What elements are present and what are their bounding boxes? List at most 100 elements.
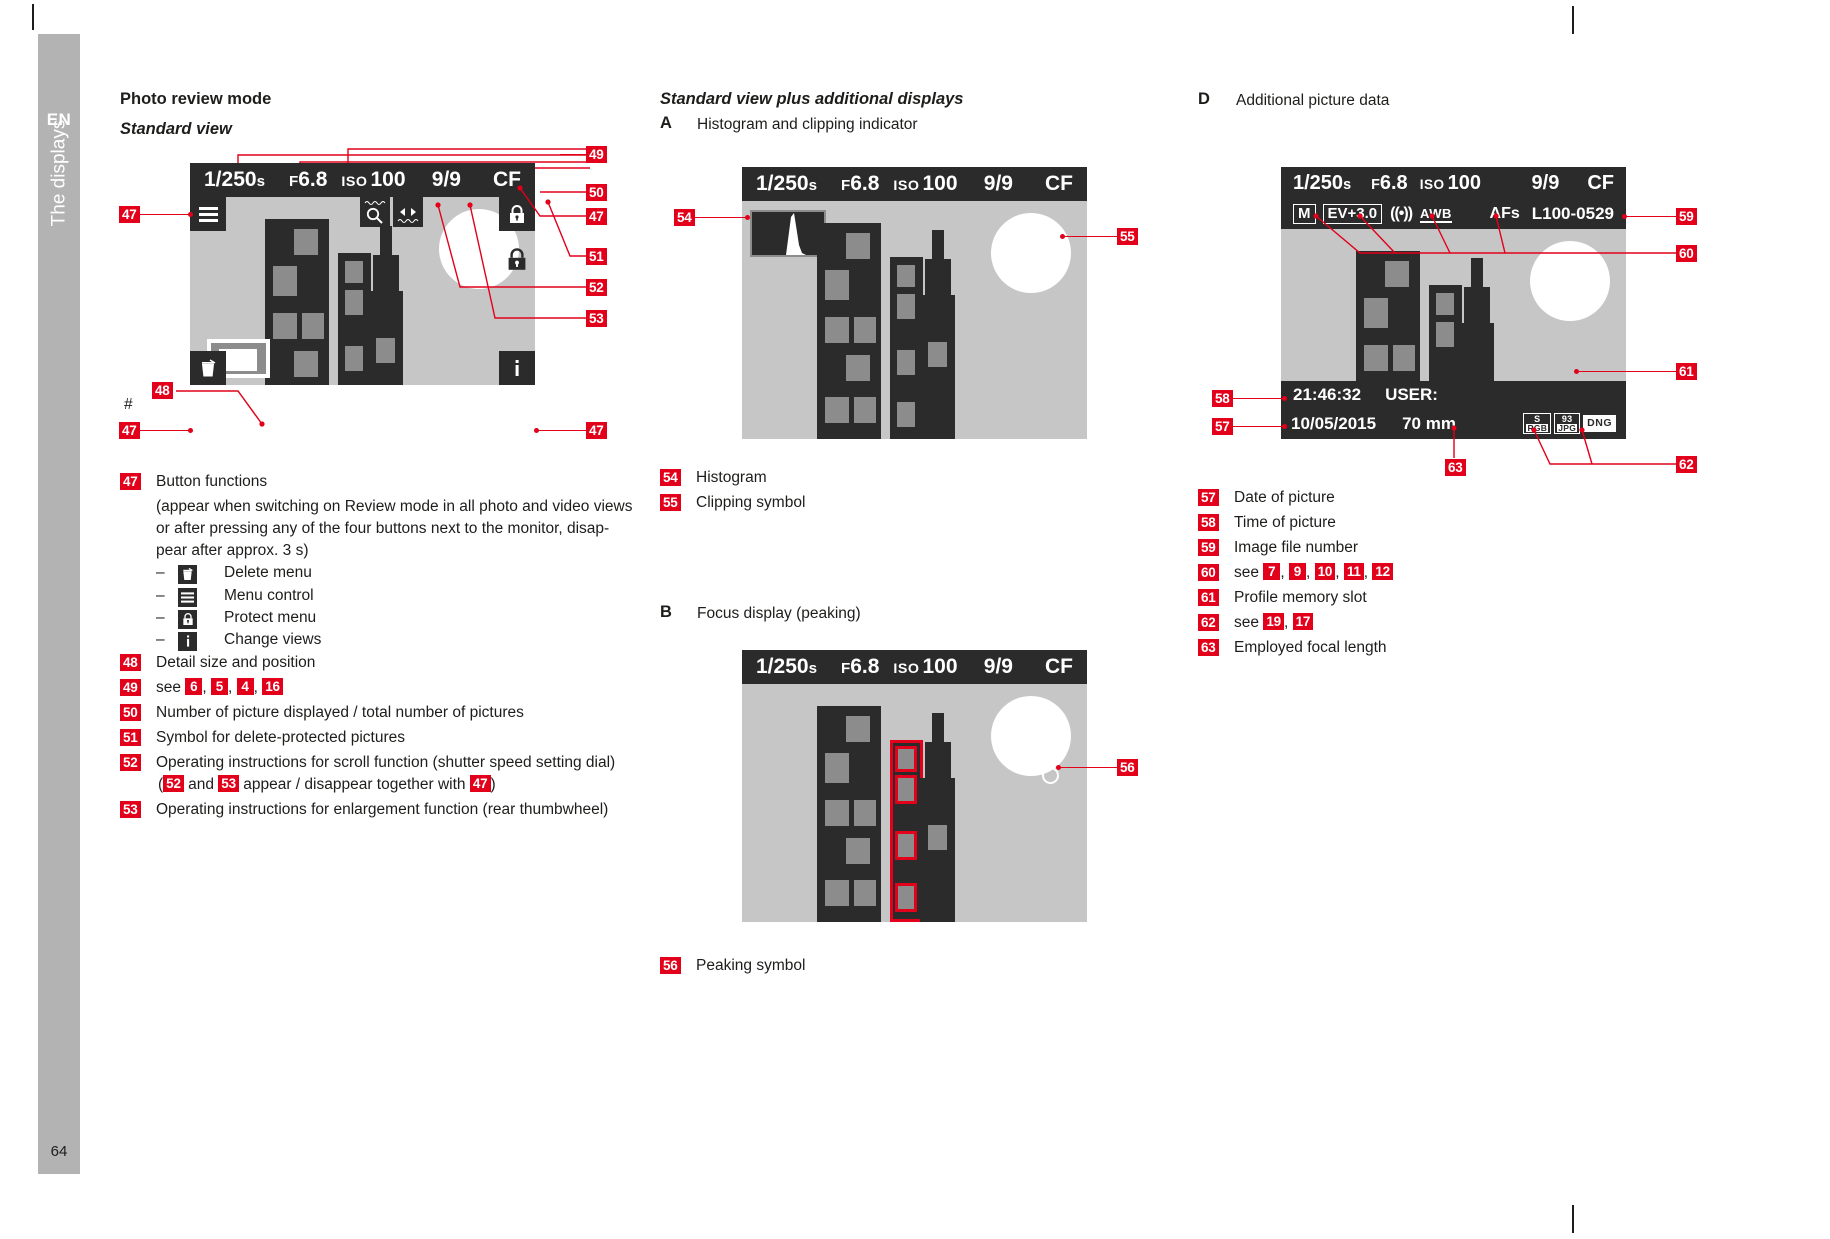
peaking-symbol-window [895, 831, 917, 860]
legend-row-57: 57 Date of picture [1198, 487, 1618, 509]
date-of-picture: 10/05/2015 [1291, 413, 1377, 433]
window [273, 313, 297, 339]
legend-62-prefix: see [1234, 614, 1259, 631]
col3-legend: 57 Date of picture 58 Time of picture 59… [1198, 487, 1618, 662]
shutter-speed-value: 1/250 s [756, 172, 817, 195]
legend-row-60: 60 see 7, 9, 10, 11, 12 [1198, 562, 1618, 584]
callout-47-topleft: 47 [119, 206, 140, 223]
sun-shape [991, 213, 1071, 293]
lock-icon [178, 609, 197, 629]
callout-47-bottomright: 47 [586, 422, 607, 439]
building-tower-spire [932, 230, 944, 262]
legend-badge-52: 52 [120, 754, 141, 771]
aperture-value: F 6.8 [840, 172, 880, 195]
legend-49-prefix: see [156, 679, 181, 696]
legend-47-sub-label: Protect menu [224, 609, 317, 626]
legend-text-57: Date of picture [1234, 489, 1335, 506]
card-type: CF [1045, 655, 1073, 678]
legend-text-52: Operating instructions for scroll functi… [156, 752, 640, 796]
ref-badge: 7 [1263, 563, 1281, 580]
leader-dot [1282, 424, 1287, 429]
iso-value: ISO 100 [1419, 171, 1481, 194]
displayD-topbar-row1: 1/250 s F 6.8 ISO 100 9/9 CF [1281, 167, 1626, 199]
window [846, 716, 870, 742]
legend-text-55: Clipping symbol [696, 494, 806, 511]
window [897, 265, 915, 287]
legend-badge-53: 53 [120, 801, 141, 818]
window [825, 753, 849, 783]
legend-badge-63: 63 [1198, 639, 1219, 656]
legend-row-54: 54 Histogram [660, 467, 1080, 489]
building-tower-mid [1464, 287, 1490, 327]
picture-count: 9/9 [983, 172, 1013, 195]
info-icon [178, 631, 197, 651]
displayA-topbar: 1/250 s F 6.8 ISO 100 9/9 CF [742, 167, 1087, 201]
legend-badge-55: 55 [660, 494, 681, 511]
window [846, 355, 870, 381]
menu-control-button[interactable] [190, 197, 226, 231]
change-views-button[interactable] [499, 351, 535, 385]
col2-legend-b: 56 Peaking symbol [660, 955, 1080, 980]
clipping-symbol: [ ] [1046, 224, 1058, 245]
ref-badge: 12 [1372, 563, 1393, 580]
legend-badge-62: 62 [1198, 614, 1219, 631]
legend-47-sub-delete: – Delete menu [156, 562, 640, 584]
iso-value: ISO 100 [341, 168, 406, 191]
window [854, 397, 876, 423]
legend-row-62: 62 see 19, 17 [1198, 612, 1618, 634]
legend-52-paren-close: ) [490, 776, 496, 793]
legend-47-sub-info: – Change views [156, 629, 640, 651]
legend-text-47: Button functions [156, 473, 268, 490]
user-profile-label: USER: [1385, 384, 1438, 404]
legend-row-47: 47 Button functions [120, 471, 640, 493]
building-tower-spire [932, 713, 944, 745]
shutter-speed-value: 1/250 s [756, 655, 817, 678]
window [846, 233, 870, 259]
legend-47-note-2: or after pressing any of the four button… [156, 520, 610, 537]
crop-mark-top [1572, 6, 1574, 34]
window [928, 825, 947, 850]
legend-text-58: Time of picture [1234, 514, 1336, 531]
window [825, 880, 849, 906]
ref-badge: 17 [1292, 613, 1314, 630]
leader-55 [1064, 236, 1117, 238]
window [294, 229, 318, 255]
display-peaking-view: 1/250 s F 6.8 ISO 100 9/9 CF [742, 650, 1087, 922]
sidebar-section-title: The displays [48, 119, 70, 227]
legend-badge-51: 51 [120, 729, 141, 746]
building-tower-spire [380, 226, 392, 258]
legend-row-59: 59 Image file number [1198, 537, 1618, 559]
card-type: CF [1045, 172, 1073, 195]
building-tower-mid [925, 259, 951, 299]
histogram-curve [752, 213, 824, 255]
callout-58: 58 [1212, 390, 1233, 407]
ref-badge: 19 [1263, 613, 1284, 630]
enlargement-hint [360, 197, 390, 227]
magnifier-icon [364, 200, 386, 224]
leader-dot [534, 428, 539, 433]
leader-dot [1056, 765, 1061, 770]
col2-b-letter: B [660, 603, 672, 621]
window [1364, 345, 1388, 371]
ref-badge: 16 [262, 678, 283, 695]
picture-count: 9/9 [983, 655, 1013, 678]
leader-dot [188, 212, 193, 217]
legend-badge-58: 58 [1198, 514, 1219, 531]
legend-52-and: and [188, 776, 214, 793]
leader-dot [188, 428, 193, 433]
legend-row-56: 56 Peaking symbol [660, 955, 1080, 977]
building-tower-mid [925, 742, 951, 782]
legend-row-55: 55 Clipping symbol [660, 492, 1080, 514]
legend-badge-59: 59 [1198, 539, 1219, 556]
peaking-symbol-window [895, 746, 917, 772]
delete-menu-button[interactable] [190, 351, 226, 385]
legend-47-sub-label: Menu control [224, 586, 314, 604]
window [897, 294, 915, 319]
window [825, 800, 849, 826]
col1-legend: 47 Button functions (appear when switchi… [120, 471, 640, 824]
display-histogram-view: 1/250 s F 6.8 ISO 100 9/9 CF [ ] [742, 167, 1087, 439]
window [294, 351, 318, 377]
building-tower-base [1459, 323, 1494, 381]
legend-badge-50: 50 [120, 704, 141, 721]
displayB-topbar: 1/250 s F 6.8 ISO 100 9/9 CF [742, 650, 1087, 684]
